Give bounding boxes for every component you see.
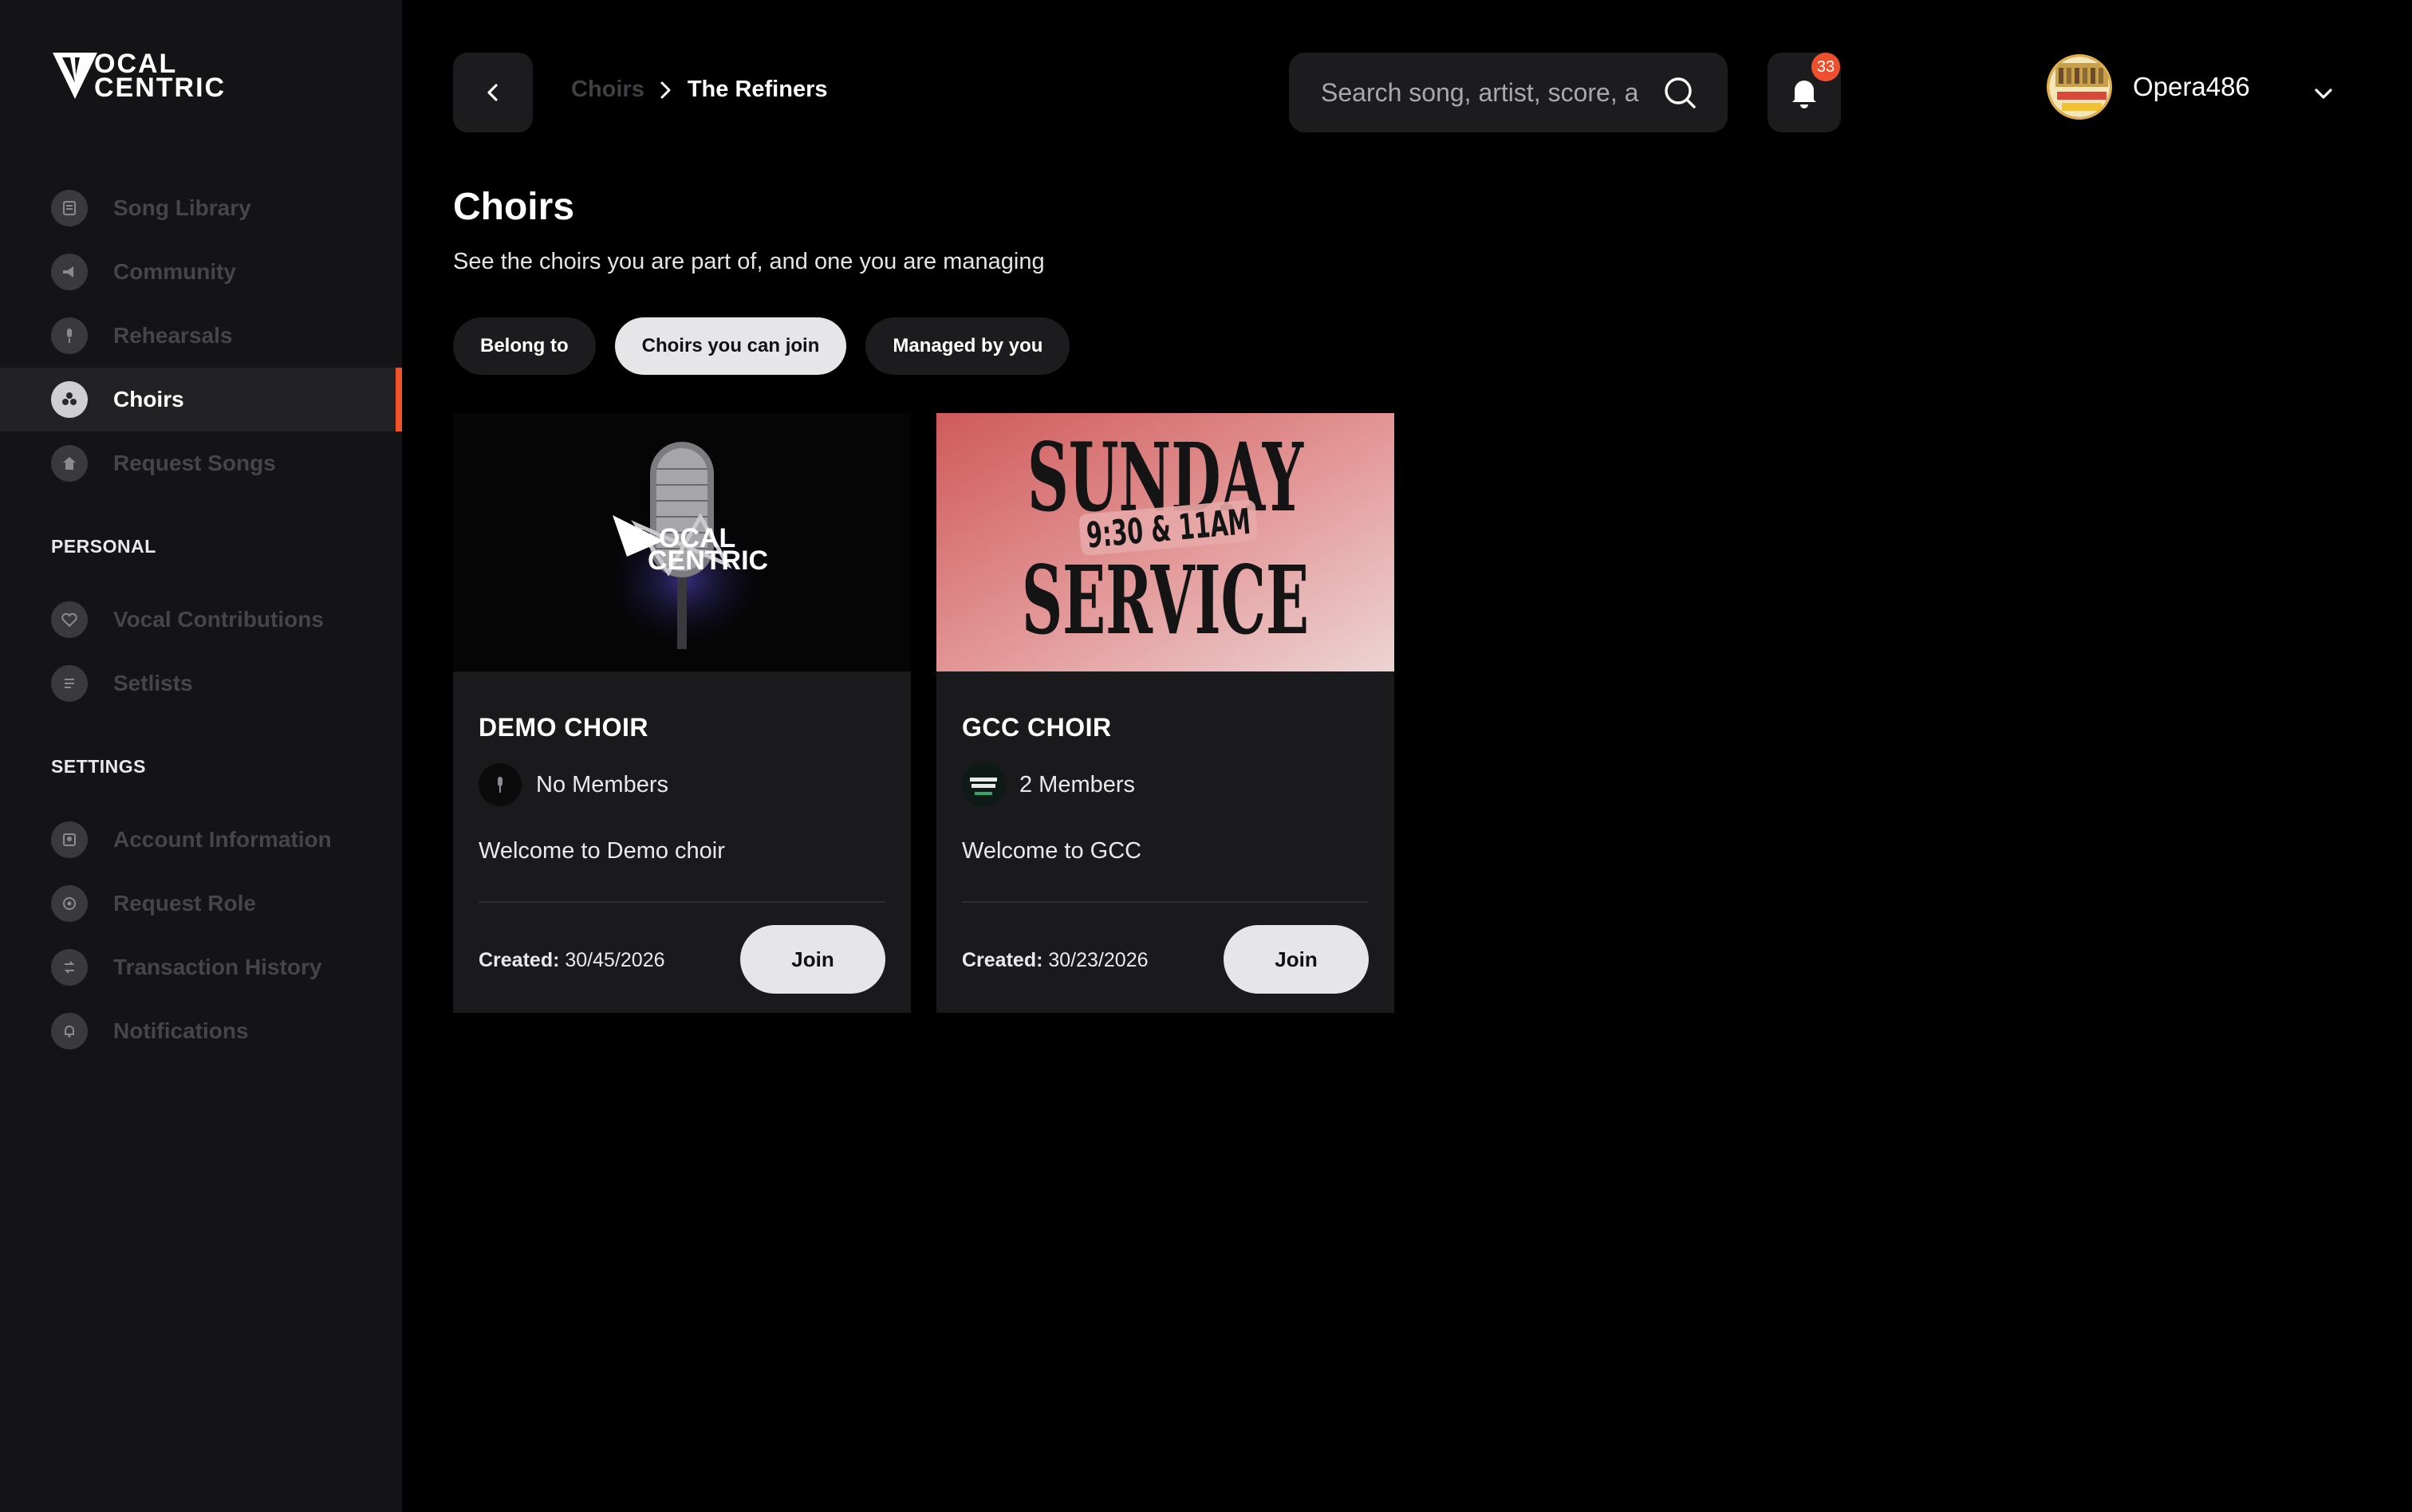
logo-text-line2: CENTRIC [94, 73, 227, 103]
page-title: Choirs [453, 186, 575, 228]
logo-v-icon [53, 53, 97, 99]
sidebar-item-request-role[interactable]: Request Role [0, 872, 402, 935]
choir-cover-image: OCAL CENTRIC [453, 413, 911, 671]
sidebar: OCAL CENTRIC Song Library Community Rehe… [0, 0, 402, 1512]
vocal-centric-logo[interactable]: OCAL CENTRIC [51, 50, 227, 103]
choir-tabs: Belong to Choirs you can join Managed by… [453, 317, 1070, 375]
join-button[interactable]: Join [1224, 925, 1369, 994]
tab-choirs-you-can-join[interactable]: Choirs you can join [614, 317, 847, 375]
sidebar-item-community[interactable]: Community [0, 240, 402, 304]
username: Opera486 [2133, 72, 2250, 101]
search-icon[interactable] [1662, 75, 1697, 110]
role-icon [51, 885, 88, 922]
sidebar-item-request-songs[interactable]: Request Songs [0, 431, 402, 495]
heart-icon [51, 601, 88, 638]
account-icon [51, 821, 88, 858]
breadcrumb: Choirs The Refiners [571, 77, 828, 103]
page-subtitle: See the choirs you are part of, and one … [453, 249, 1045, 274]
chevron-down-icon[interactable] [2310, 80, 2337, 107]
notification-count-badge: 33 [1811, 53, 1840, 81]
sidebar-item-rehearsals[interactable]: Rehearsals [0, 304, 402, 368]
sidebar-item-label: Notifications [113, 1018, 249, 1043]
created-label: Created: [962, 949, 1043, 971]
choir-cover-image: SUNDAY 9:30 & 11AM SERVICE [936, 413, 1394, 671]
created-label: Created: [479, 949, 560, 971]
user-menu[interactable]: Opera486 [2047, 54, 2250, 120]
sidebar-item-song-library[interactable]: Song Library [0, 176, 402, 240]
tab-managed-by-you[interactable]: Managed by you [865, 317, 1070, 375]
section-title-personal: PERSONAL [51, 536, 156, 557]
cover-text-service: SERVICE [1022, 545, 1309, 656]
choir-created-date: Created: 30/45/2026 [479, 949, 665, 972]
sidebar-item-label: Vocal Contributions [113, 607, 324, 632]
join-button[interactable]: Join [740, 925, 885, 994]
chevron-left-icon [487, 84, 498, 101]
sidebar-item-label: Request Songs [113, 451, 276, 475]
avatar [2047, 54, 2112, 120]
member-avatar [479, 763, 522, 806]
back-button[interactable] [453, 53, 533, 132]
breadcrumb-current: The Refiners [687, 77, 828, 102]
search-input[interactable] [1321, 77, 1662, 108]
group-icon [51, 381, 88, 418]
sidebar-item-vocal-contributions[interactable]: Vocal Contributions [0, 588, 402, 652]
sidebar-item-choirs[interactable]: Choirs [0, 368, 402, 431]
microphone-icon [51, 317, 88, 354]
sidebar-item-setlists[interactable]: Setlists [0, 652, 402, 715]
breadcrumb-link-choirs[interactable]: Choirs [571, 77, 644, 103]
sidebar-item-label: Account Information [113, 827, 332, 852]
created-value: 30/45/2026 [565, 949, 665, 971]
card-divider [479, 901, 885, 903]
request-icon [51, 445, 88, 482]
created-value: 30/23/2026 [1048, 949, 1149, 971]
sidebar-item-account-information[interactable]: Account Information [0, 808, 402, 872]
member-count: 2 Members [1019, 771, 1136, 797]
choir-card-gcc[interactable]: SUNDAY 9:30 & 11AM SERVICE GCC CHOIR 2 M… [936, 413, 1394, 1013]
sidebar-item-label: Transaction History [113, 955, 322, 979]
megaphone-icon [51, 254, 88, 290]
sidebar-item-label: Choirs [113, 387, 184, 411]
card-divider [962, 901, 1369, 903]
transaction-icon [51, 949, 88, 986]
choir-title: DEMO CHOIR [479, 713, 648, 742]
sidebar-item-label: Rehearsals [113, 323, 233, 348]
song-library-icon [51, 190, 88, 226]
chevron-right-icon [657, 80, 675, 100]
choir-created-date: Created: 30/23/2026 [962, 949, 1149, 972]
bell-icon [1792, 81, 1816, 108]
choir-description: Welcome to Demo choir [479, 838, 725, 864]
member-count: No Members [536, 771, 668, 797]
sidebar-item-label: Community [113, 259, 236, 284]
bell-icon [51, 1013, 88, 1049]
choir-description: Welcome to GCC [962, 838, 1142, 864]
choir-title: GCC CHOIR [962, 713, 1112, 742]
choir-members: No Members [479, 763, 885, 806]
member-avatar [962, 763, 1005, 806]
tab-belong-to[interactable]: Belong to [453, 317, 596, 375]
choir-members: 2 Members [962, 763, 1369, 806]
sidebar-item-label: Setlists [113, 671, 193, 695]
cover-logo-line2: CENTRIC [648, 545, 768, 576]
setlist-icon [51, 665, 88, 702]
section-title-settings: SETTINGS [51, 756, 147, 777]
search-bar [1289, 53, 1728, 132]
sidebar-item-notifications[interactable]: Notifications [0, 999, 402, 1063]
sidebar-item-label: Song Library [113, 195, 251, 220]
sidebar-item-label: Request Role [113, 891, 256, 915]
sidebar-item-transaction-history[interactable]: Transaction History [0, 935, 402, 999]
choir-card-demo[interactable]: OCAL CENTRIC DEMO CHOIR No Members Welco… [453, 413, 911, 1013]
